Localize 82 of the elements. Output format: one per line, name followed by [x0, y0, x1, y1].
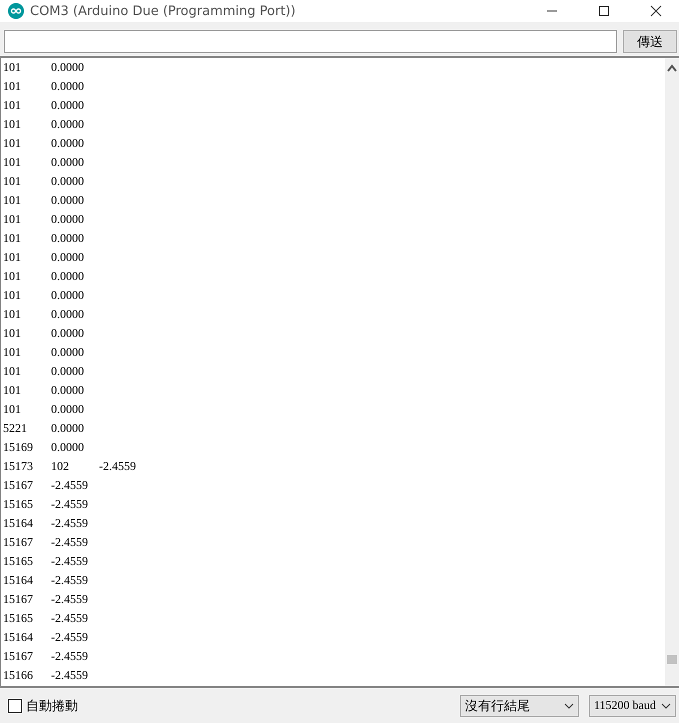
output-text: 15165	[2, 497, 34, 512]
output-text: -2.4559	[98, 459, 137, 474]
output-text: 101	[2, 60, 22, 75]
output-text: 15165	[2, 611, 34, 626]
output-text: 0.0000	[50, 250, 85, 265]
output-text: -2.4559	[50, 535, 89, 550]
output-text: 0.0000	[50, 231, 85, 246]
output-text: -2.4559	[50, 516, 89, 531]
output-text: 101	[2, 345, 22, 360]
output-text: 15165	[2, 554, 34, 569]
output-text: -2.4559	[50, 573, 89, 588]
autoscroll-checkbox[interactable]	[8, 698, 22, 712]
output-text: 15166	[2, 668, 34, 683]
output-text: 101	[2, 231, 22, 246]
output-text: 0.0000	[50, 98, 85, 113]
window-title: COM3 (Arduino Due (Programming Port))	[30, 4, 296, 18]
output-text: 0.0000	[50, 136, 85, 151]
output-text: 0.0000	[50, 440, 85, 455]
chevron-down-icon	[661, 702, 671, 708]
output-text: 0.0000	[50, 402, 85, 417]
scroll-up-icon[interactable]	[667, 64, 677, 72]
output-text: 101	[2, 193, 22, 208]
autoscroll-label: 自動捲動	[26, 698, 78, 714]
output-text: -2.4559	[50, 668, 89, 683]
output-text: 15164	[2, 630, 34, 645]
output-text: -2.4559	[50, 592, 89, 607]
output-text: 101	[2, 307, 22, 322]
output-text: 0.0000	[50, 383, 85, 398]
output-text: 0.0000	[50, 79, 85, 94]
send-input-field[interactable]	[4, 30, 617, 53]
output-text: -2.4559	[50, 611, 89, 626]
output-text: 15167	[2, 478, 34, 493]
output-text: 101	[2, 402, 22, 417]
output-text: 101	[2, 250, 22, 265]
output-text: 101	[2, 136, 22, 151]
output-text: 15167	[2, 592, 34, 607]
output-text: 15173	[2, 459, 34, 474]
output-text: 0.0000	[50, 60, 85, 75]
output-text: 0.0000	[50, 269, 85, 284]
output-text: 101	[2, 364, 22, 379]
app-logo-icon	[8, 3, 24, 19]
send-button[interactable]: 傳送	[623, 30, 677, 53]
baud-rate-dropdown[interactable]: 115200 baud	[589, 694, 676, 716]
output-text: 101	[2, 174, 22, 189]
output-text: 15164	[2, 516, 34, 531]
output-text: 15167	[2, 649, 34, 664]
output-text: 101	[2, 269, 22, 284]
line-ending-dropdown[interactable]: 沒有行結尾	[460, 694, 579, 716]
scrollbar-thumb[interactable]	[667, 655, 677, 664]
output-text: 15167	[2, 535, 34, 550]
output-text: -2.4559	[50, 554, 89, 569]
output-text: 101	[2, 212, 22, 227]
output-text: 0.0000	[50, 345, 85, 360]
scrollbar[interactable]	[665, 58, 679, 686]
output-text: 5221	[2, 421, 28, 436]
output-text: -2.4559	[50, 478, 89, 493]
output-text: 0.0000	[50, 174, 85, 189]
output-text: -2.4559	[50, 649, 89, 664]
output-text: 0.0000	[50, 288, 85, 303]
output-text: 101	[2, 79, 22, 94]
output-text: -2.4559	[50, 497, 89, 512]
output-text: 0.0000	[50, 212, 85, 227]
output-text: 0.0000	[50, 193, 85, 208]
output-text: 102	[50, 459, 70, 474]
maximize-icon[interactable]	[598, 5, 610, 17]
output-text: 0.0000	[50, 117, 85, 132]
output-text: 0.0000	[50, 307, 85, 322]
output-text: 101	[2, 326, 22, 341]
output-text: 0.0000	[50, 326, 85, 341]
output-text: -2.4559	[50, 630, 89, 645]
output-text: 101	[2, 288, 22, 303]
output-text: 15169	[2, 440, 34, 455]
output-text: 0.0000	[50, 155, 85, 170]
output-text: 0.0000	[50, 421, 85, 436]
output-text: 101	[2, 155, 22, 170]
output-text: 101	[2, 98, 22, 113]
chevron-down-icon	[564, 702, 574, 708]
close-icon[interactable]	[650, 5, 662, 17]
output-text: 15164	[2, 573, 34, 588]
output-text: 0.0000	[50, 364, 85, 379]
output-text: 101	[2, 117, 22, 132]
output-text: 101	[2, 383, 22, 398]
